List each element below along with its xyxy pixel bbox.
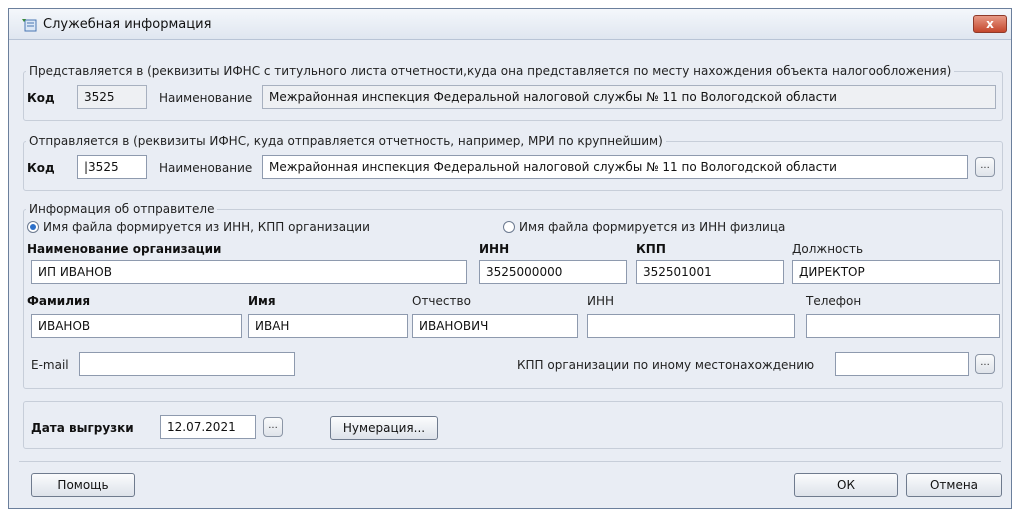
represent-code-field[interactable]: 3525 [77,85,147,109]
window-app-icon [22,19,37,32]
represent-code-label: Код [27,91,55,105]
sent-browse-button[interactable]: ... [975,157,995,177]
kpp-field[interactable]: 352501001 [636,260,784,284]
radio-person-label[interactable]: Имя файла формируется из ИНН физлица [519,220,785,234]
firstname-field[interactable]: ИВАН [248,314,408,338]
sent-name-label: Наименование [159,161,253,175]
firstname-label: Имя [248,294,276,308]
sender-legend: Информация об отправителе [26,202,218,216]
sent-code-field[interactable]: |3525 [77,155,147,179]
other-kpp-field[interactable] [835,352,969,376]
patronymic-field[interactable]: ИВАНОВИЧ [412,314,578,338]
kpp-label: КПП [636,242,666,256]
help-button[interactable]: Помощь [31,473,135,497]
export-date-label: Дата выгрузки [31,421,134,435]
export-date-field[interactable]: 12.07.2021 [160,415,256,439]
email-label: E-mail [31,358,69,372]
position-label: Должность [792,242,864,256]
inn-field[interactable]: 3525000000 [479,260,627,284]
title-bar: Служебная информация x [9,9,1011,40]
patronymic-label: Отчество [412,294,471,308]
phone-label: Телефон [806,294,862,308]
position-field[interactable]: ДИРЕКТОР [792,260,1000,284]
other-kpp-browse-button[interactable]: ... [975,354,995,374]
sent-name-field[interactable]: Межрайонная инспекция Федеральной налого… [262,155,968,179]
surname-label: Фамилия [27,294,91,308]
service-info-dialog: Служебная информация x Представляется в … [8,8,1012,509]
surname-field[interactable]: ИВАНОВ [31,314,242,338]
sent-code-label: Код [27,161,55,175]
radio-org-label[interactable]: Имя файла формируется из ИНН, КПП органи… [43,220,370,234]
email-field[interactable] [79,352,295,376]
represent-name-field[interactable]: Межрайонная инспекция Федеральной налого… [262,85,996,109]
org-name-label: Наименование организации [27,242,222,256]
inn-label: ИНН [479,242,510,256]
person-inn-field[interactable] [587,314,795,338]
cancel-button[interactable]: Отмена [906,473,1002,497]
ok-button[interactable]: ОК [794,473,898,497]
person-inn-label: ИНН [587,294,615,308]
numbering-button[interactable]: Нумерация... [330,416,438,440]
org-name-field[interactable]: ИП ИВАНОВ [31,260,467,284]
close-button[interactable]: x [973,15,1007,33]
footer-separator [19,461,1001,462]
represent-legend: Представляется в (реквизиты ИФНС с титул… [26,64,955,78]
represent-name-label: Наименование [159,91,253,105]
export-date-browse-button[interactable]: ... [263,417,283,437]
phone-field[interactable] [806,314,1000,338]
window-title: Служебная информация [43,17,212,32]
radio-org-filename[interactable] [27,221,39,233]
other-kpp-label: КПП организации по иному местонахождению [517,358,815,372]
radio-person-filename[interactable] [503,221,515,233]
sent-legend: Отправляется в (реквизиты ИФНС, куда отп… [26,134,666,148]
